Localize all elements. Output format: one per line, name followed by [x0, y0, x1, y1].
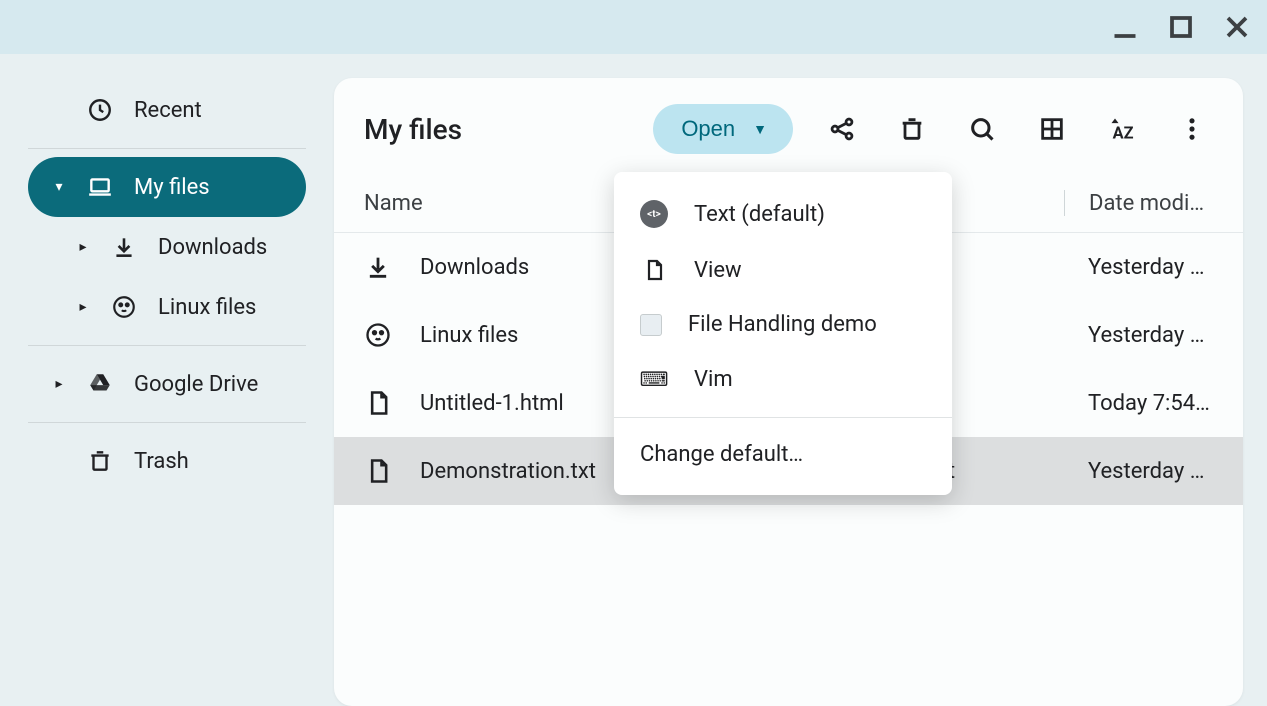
delete-button[interactable]: [891, 108, 933, 150]
sidebar-item-label: Linux files: [158, 295, 256, 320]
window-minimize-button[interactable]: [1107, 9, 1143, 45]
dropdown-item-label: View: [694, 258, 742, 283]
toolbar: My files Open ▼ AZ: [334, 78, 1243, 174]
dropdown-item-label: File Handling demo: [688, 312, 877, 337]
column-header-date[interactable]: Date modi…: [1064, 190, 1213, 216]
file-icon: [364, 457, 420, 485]
dropdown-item-text-default[interactable]: <t> Text (default): [614, 186, 952, 242]
share-button[interactable]: [821, 108, 863, 150]
file-date: Today 7:54 AM: [1064, 391, 1213, 416]
dropdown-item-label: Text (default): [694, 202, 825, 227]
clock-icon: [86, 97, 114, 123]
sort-button[interactable]: AZ: [1101, 108, 1143, 150]
sidebar-item-label: Downloads: [158, 235, 267, 260]
vim-icon: ⌨: [640, 365, 668, 393]
dropdown-divider: [614, 417, 952, 418]
sidebar-divider: [28, 422, 306, 423]
grid-view-button[interactable]: [1031, 108, 1073, 150]
sidebar-divider: [28, 148, 306, 149]
sidebar-item-trash[interactable]: Trash: [28, 431, 306, 491]
more-options-button[interactable]: [1171, 108, 1213, 150]
laptop-icon: [86, 174, 114, 200]
file-icon: [364, 389, 420, 417]
text-app-icon: <t>: [640, 200, 668, 228]
penguin-icon: [110, 294, 138, 320]
download-icon: [110, 234, 138, 260]
drive-icon: [86, 371, 114, 397]
open-button-label: Open: [681, 116, 735, 142]
sidebar-divider: [28, 345, 306, 346]
dropdown-item-view[interactable]: View: [614, 242, 952, 298]
window-maximize-button[interactable]: [1163, 9, 1199, 45]
sidebar-item-label: Trash: [134, 449, 189, 474]
sidebar-item-downloads[interactable]: ▸ Downloads: [28, 217, 306, 277]
dropdown-item-file-handling-demo[interactable]: File Handling demo: [614, 298, 952, 351]
sidebar-item-my-files[interactable]: ▾ My files: [28, 157, 306, 217]
chevron-down-icon: ▾: [52, 179, 66, 195]
dropdown-item-label: Vim: [694, 367, 733, 392]
file-date: Yesterday 7:0…: [1064, 323, 1213, 348]
chevron-down-icon: ▼: [753, 121, 767, 137]
penguin-icon: [364, 321, 420, 349]
sidebar-item-linux-files[interactable]: ▸ Linux files: [28, 277, 306, 337]
chevron-right-icon: ▸: [52, 376, 66, 392]
sidebar-item-recent[interactable]: Recent: [28, 80, 306, 140]
file-date: Yesterday 9:2…: [1064, 255, 1213, 280]
open-button[interactable]: Open ▼: [653, 104, 793, 154]
app-icon: [640, 314, 662, 336]
dropdown-item-vim[interactable]: ⌨ Vim: [614, 351, 952, 407]
open-dropdown-menu: <t> Text (default) View File Handling de…: [614, 172, 952, 495]
window-titlebar: [0, 0, 1267, 54]
sidebar-item-label: Google Drive: [134, 372, 258, 397]
chevron-right-icon: ▸: [76, 239, 90, 255]
chevron-right-icon: ▸: [76, 299, 90, 315]
sidebar-item-google-drive[interactable]: ▸ Google Drive: [28, 354, 306, 414]
sidebar-item-label: Recent: [134, 98, 202, 123]
sidebar: Recent ▾ My files ▸ Downloads ▸ Linux fi…: [0, 54, 334, 706]
search-button[interactable]: [961, 108, 1003, 150]
dropdown-item-change-default[interactable]: Change default…: [614, 428, 952, 481]
window-close-button[interactable]: [1219, 9, 1255, 45]
file-date: Yesterday 9:1…: [1064, 459, 1213, 484]
trash-icon: [86, 448, 114, 474]
sidebar-item-label: My files: [134, 175, 210, 200]
page-title: My files: [364, 113, 625, 146]
dropdown-item-label: Change default…: [640, 442, 803, 467]
main-panel: My files Open ▼ AZ: [334, 78, 1243, 706]
download-icon: [364, 253, 420, 281]
file-icon: [640, 256, 668, 284]
svg-text:AZ: AZ: [1113, 123, 1134, 142]
